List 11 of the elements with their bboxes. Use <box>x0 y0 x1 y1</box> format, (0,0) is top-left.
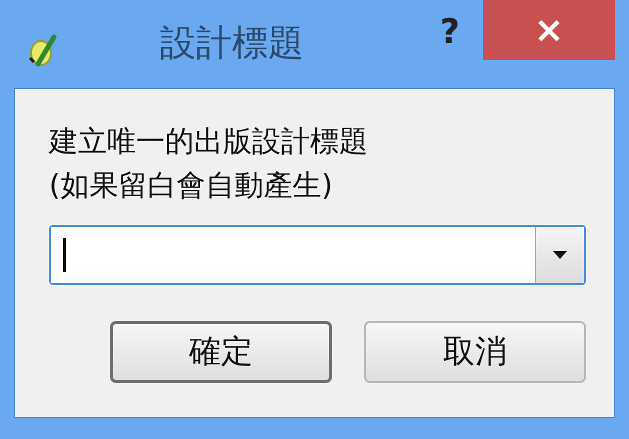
cancel-button[interactable]: 取消 <box>364 321 586 383</box>
prompt-text: 建立唯一的出版設計標題 <box>49 123 368 160</box>
text-cursor <box>63 238 66 272</box>
dropdown-button[interactable] <box>535 227 584 283</box>
window-title: 設計標題 <box>160 22 304 66</box>
close-button[interactable]: × <box>483 0 615 60</box>
prompt-text: (如果留白會自動產生) <box>49 167 333 204</box>
dropdown-arrow-icon <box>553 251 567 259</box>
ok-button[interactable]: 確定 <box>110 321 332 383</box>
title-combo-box[interactable] <box>49 225 586 285</box>
help-button[interactable]: ? <box>434 12 466 52</box>
